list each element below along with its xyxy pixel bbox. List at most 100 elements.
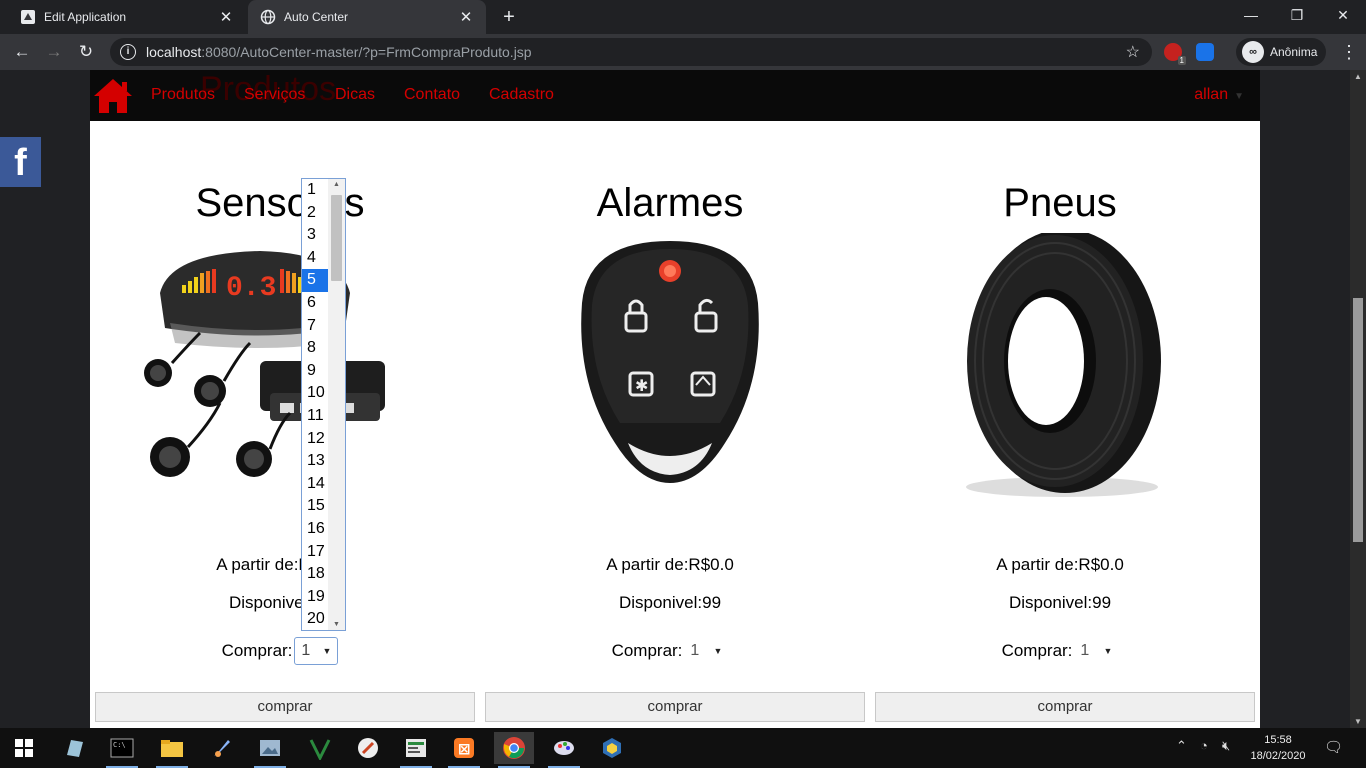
page-scroll-thumb[interactable] [1353,298,1363,542]
dropdown-option[interactable]: 19 [302,586,329,609]
quantity-select[interactable]: 1 ▼ [294,637,339,665]
file-explorer-icon[interactable] [152,732,192,768]
dropdown-option[interactable]: 14 [302,473,329,496]
wifi-icon[interactable]: ◔ [1200,738,1208,753]
product-price: A partir de:R$0.0 [606,555,734,574]
close-window-icon[interactable]: ✕ [1320,0,1366,30]
speaker-muted-icon[interactable]: 🔇︎ [1222,738,1230,754]
url-path: :8080/AutoCenter-master/?p=FrmCompraProd… [201,44,532,60]
dropdown-option[interactable]: 3 [302,224,329,247]
clock-time: 15:58 [1264,734,1292,746]
close-tab-icon[interactable]: ✕ [458,8,474,26]
paint-app-icon[interactable] [544,732,584,768]
xampp-icon[interactable]: ⊠ [444,732,484,768]
nav-link-contato[interactable]: Contato [404,86,460,104]
tray-expand-icon[interactable]: ⌃ [1176,738,1187,754]
parking-sensor-kit-image: 0.3 [144,251,385,477]
sublime-icon[interactable] [396,732,436,768]
dropdown-option[interactable]: 11 [302,405,329,428]
url-host: localhost [146,44,202,60]
incognito-profile-button[interactable]: ∞ Anônima [1236,38,1326,66]
scroll-down-icon[interactable]: ▼ [1350,717,1366,726]
dropdown-option[interactable]: 6 [302,292,329,315]
screenshot-extension-icon[interactable] [1196,43,1214,61]
product-grid: Sensores 0.3 A partir de:R$0.0 Disponive… [90,121,1260,728]
rocket-app-icon[interactable] [202,732,242,764]
notification-icon[interactable]: 🗨︎ [1324,738,1343,756]
tab-auto-center[interactable]: Auto Center ✕ [248,0,486,34]
windows-taskbar: C:\ ⊠ ⌃ ◔ 🔇︎ 15:58 18/02/2020 🗨︎ [0,728,1366,768]
virtualbox-icon[interactable] [592,732,632,764]
forward-icon[interactable]: → [42,40,66,64]
scroll-up-icon[interactable]: ▲ [328,181,345,188]
product-stock: Disponivel:99 [228,593,332,612]
terminal-icon[interactable]: C:\ [102,732,142,768]
scroll-up-icon[interactable]: ▲ [1350,72,1366,81]
nav-link-servicos[interactable]: Serviços [244,86,305,104]
site-info-icon[interactable]: i [120,44,136,60]
product-title: Sensores [195,181,365,225]
quantity-value: 1 [301,642,311,659]
dropdown-scrollbar[interactable]: ▲ ▼ [328,179,345,630]
scroll-down-icon[interactable]: ▼ [328,621,345,628]
dropdown-option[interactable]: 17 [302,541,329,564]
quantity-dropdown-list[interactable]: 1 2 3 4 5 6 7 8 9 10 11 12 13 14 15 16 17 18 19 20 ▲ ▼ [301,178,346,631]
svg-text:0.3: 0.3 [226,273,276,304]
dropdown-option[interactable]: 5 [302,269,329,292]
dropdown-option[interactable]: 15 [302,495,329,518]
dropdown-option[interactable]: 10 [302,382,329,405]
close-tab-icon[interactable]: ✕ [218,8,234,26]
minimize-icon[interactable]: — [1228,0,1274,30]
system-clock[interactable]: 15:58 18/02/2020 [1240,732,1316,764]
vim-icon[interactable] [300,732,340,764]
bookmark-star-icon[interactable]: ☆ [1126,42,1140,62]
new-tab-icon[interactable]: + [498,6,520,28]
dropdown-option[interactable]: 12 [302,428,329,451]
tab-title: Auto Center [284,10,349,24]
facebook-icon[interactable]: f [0,137,41,187]
page-viewport: Produtos Produtos Serviços Dicas Contato… [0,70,1350,728]
username: allan [1194,86,1229,103]
buy-button[interactable]: comprar [95,692,475,722]
extension-icon[interactable]: 1 [1164,43,1186,65]
reload-icon[interactable]: ↻ [74,40,98,64]
nav-link-cadastro[interactable]: Cadastro [489,86,554,104]
quantity-select[interactable]: 1 ▼ [1074,637,1118,665]
image-viewer-icon[interactable] [250,732,290,768]
dropdown-option[interactable]: 8 [302,337,329,360]
start-windows-icon[interactable] [4,732,44,764]
dropdown-option[interactable]: 4 [302,247,329,270]
dropdown-option[interactable]: 20 [302,608,329,630]
product-stock: Disponivel:99 [1008,593,1112,612]
address-bar[interactable]: i localhost:8080/AutoCenter-master/?p=Fr… [110,38,1152,66]
dropdown-option[interactable]: 9 [302,360,329,383]
buy-button[interactable]: comprar [875,692,1255,722]
quantity-select[interactable]: 1 ▼ [684,637,728,665]
buy-button[interactable]: comprar [485,692,865,722]
quantity-row: Comprar: 1 ▼ [90,637,470,665]
netbeans-icon[interactable] [348,732,388,764]
dropdown-option[interactable]: 2 [302,202,329,225]
nav-link-dicas[interactable]: Dicas [335,86,375,104]
notebook-app-icon[interactable] [54,732,94,764]
dropdown-option[interactable]: 1 [302,179,329,202]
dropdown-option[interactable]: 13 [302,450,329,473]
incognito-icon: ∞ [1242,41,1264,63]
home-icon[interactable] [92,76,134,116]
dropdown-option[interactable]: 7 [302,315,329,338]
nav-link-produtos[interactable]: Produtos [151,86,215,104]
page-scrollbar[interactable]: ▲ ▼ [1350,70,1366,728]
dropdown-scroll-thumb[interactable] [331,195,342,281]
clock-date: 18/02/2020 [1250,750,1306,762]
app-favicon-icon [20,9,36,25]
user-menu[interactable]: allan ▼ [1194,86,1244,104]
tab-edit-application[interactable]: Edit Application ✕ [8,0,246,34]
chrome-icon[interactable] [494,732,534,768]
dropdown-option[interactable]: 16 [302,518,329,541]
back-icon[interactable]: ← [10,40,34,64]
product-title: Alarmes [596,181,744,225]
quantity-value: 1 [690,642,700,659]
browser-menu-icon[interactable]: ⋮ [1340,40,1358,64]
restore-icon[interactable]: ❐ [1274,0,1320,30]
dropdown-option[interactable]: 18 [302,563,329,586]
